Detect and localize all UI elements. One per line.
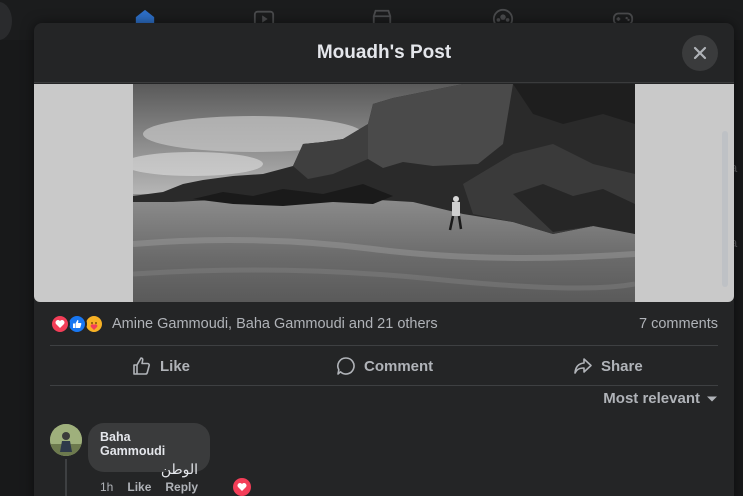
share-button[interactable]: Share [573,346,643,386]
dialog-scrollbar[interactable] [722,131,728,287]
dialog-header: Mouadh's Post [34,23,734,83]
sort-label: Most relevant [603,390,700,407]
comment-sort-dropdown[interactable]: Most relevant [603,390,718,407]
love-icon[interactable] [233,478,251,496]
chevron-down-icon [707,396,717,401]
comment-bubble: Baha Gammoudi الوطن [88,423,210,477]
post-dialog: Mouadh's Post Amine Gammoudi, Baha Gammo… [34,23,734,496]
profile-photo [50,424,82,456]
close-button[interactable] [682,35,718,71]
thread-line [65,459,67,496]
share-label: Share [601,357,643,375]
post-actions: Like Comment Share [50,345,718,386]
like-label: Like [160,357,191,375]
comment-label: Comment [364,357,434,375]
thumbs-up-icon [133,357,151,375]
close-icon [693,46,707,60]
comment-item: Baha Gammoudi الوطن 1h Like Reply [50,423,710,496]
comment-reply-button[interactable]: Reply [165,480,198,494]
like-button[interactable]: Like [132,346,190,386]
cliff-beach-photo [133,84,635,302]
reaction-icons[interactable] [50,314,108,334]
comment-author[interactable]: Baha Gammoudi [100,430,198,458]
comment-button[interactable]: Comment [336,346,433,386]
love-icon [50,314,70,334]
comment-text: الوطن [160,461,198,477]
comment-like-button[interactable]: Like [127,480,151,494]
comment-time[interactable]: 1h [100,480,113,494]
reactors-names[interactable]: Amine Gammoudi, Baha Gammoudi and 21 oth… [112,316,438,332]
share-icon [574,358,592,374]
dialog-title: Mouadh's Post [316,42,452,63]
comment-icon [337,357,355,375]
comments-count[interactable]: 7 comments [639,316,718,332]
care-icon [84,314,104,334]
like-icon [67,314,87,334]
avatar[interactable] [50,424,82,456]
post-photo[interactable] [34,84,734,302]
comment-meta: 1h Like Reply [100,480,198,494]
reactions-summary: Amine Gammoudi, Baha Gammoudi and 21 oth… [50,313,718,337]
account-avatar[interactable] [0,2,12,40]
